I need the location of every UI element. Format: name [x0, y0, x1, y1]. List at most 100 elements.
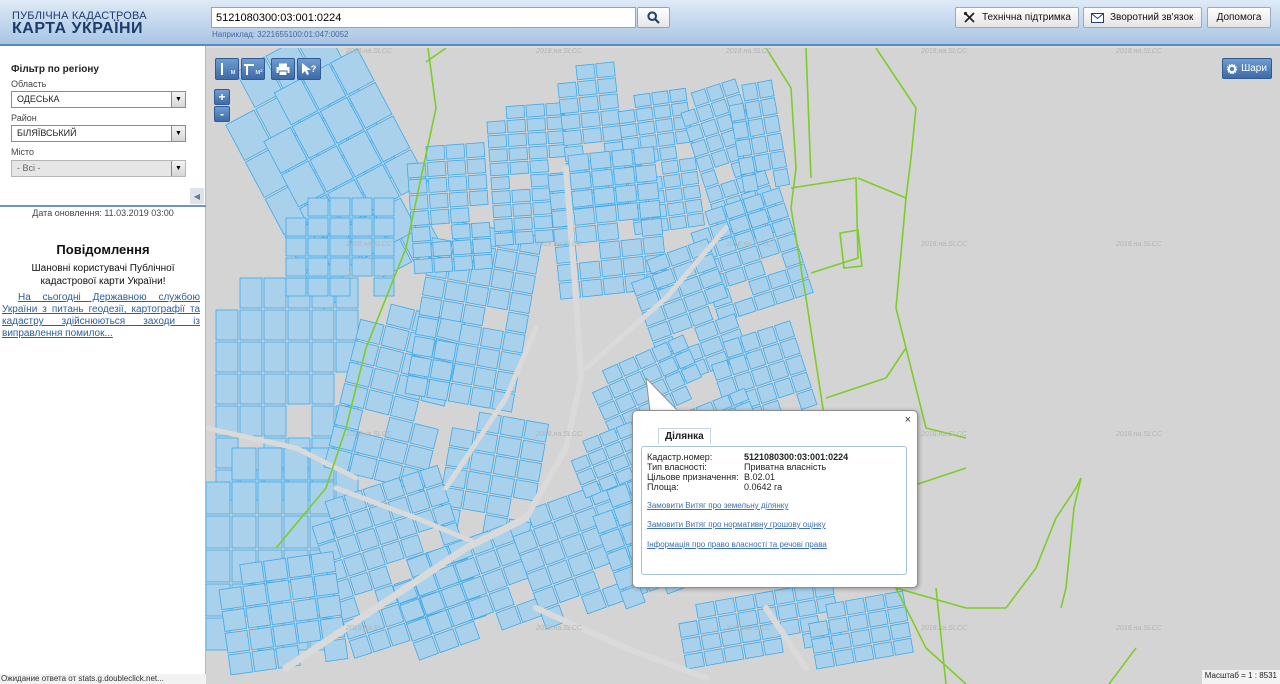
parcel [283, 481, 309, 515]
region-select[interactable]: ОДЕСЬКА ▼ [11, 91, 186, 108]
parcel [796, 599, 818, 618]
parcel [662, 173, 682, 189]
parcel [756, 382, 778, 404]
map-watermark: 2018.на.SLCC [920, 241, 968, 248]
parcel [266, 579, 292, 604]
city-select[interactable]: - Всі - ▼ [11, 160, 186, 177]
parcel [636, 182, 660, 201]
parcel [239, 341, 263, 373]
parcel [462, 490, 488, 513]
parcel [251, 648, 278, 673]
parcel [492, 204, 513, 219]
identify-tool[interactable]: ? [297, 58, 321, 80]
parcel [698, 616, 720, 635]
layers-button[interactable]: Шари [1222, 58, 1272, 79]
parcel [310, 551, 337, 575]
logo-line2: КАРТА УКРАЇНИ [12, 20, 144, 37]
parcel [413, 258, 434, 275]
area-label: Площа: [647, 482, 679, 492]
parcel [263, 373, 287, 405]
parcel [329, 277, 351, 297]
parcel [490, 268, 515, 291]
parcel [742, 641, 765, 660]
parcel [622, 255, 645, 275]
district-select[interactable]: БІЛЯЇВСЬКИЙ ▼ [11, 125, 186, 142]
ownership-info-link[interactable]: Інформація про право власності та речові… [647, 540, 827, 549]
tab-parcel[interactable]: Ділянка [658, 428, 711, 444]
parcel [741, 82, 759, 102]
cadastral-map[interactable]: 2018.на.SLCC 2018.на.SLCC 2018.на.SLCC 2018… [206, 48, 1280, 684]
map-watermark: 2018.на.SLCC [535, 48, 583, 55]
parcel [490, 176, 511, 191]
parcel [454, 343, 479, 366]
search-button[interactable] [637, 7, 670, 28]
parcel [512, 202, 533, 217]
parcel [469, 451, 495, 474]
parcel [769, 150, 788, 170]
parcel [426, 378, 451, 402]
parcel [514, 230, 534, 245]
parcel [757, 79, 775, 99]
zoom-out-button[interactable]: - [214, 106, 230, 122]
parcel [335, 309, 359, 341]
parcel [531, 187, 551, 202]
map-area[interactable]: 2018.на.SLCC 2018.на.SLCC 2018.на.SLCC 2018… [206, 48, 1280, 684]
parcel [263, 277, 287, 309]
search-input[interactable] [211, 7, 636, 28]
parcel [686, 212, 705, 228]
feedback-label: Зворотний зв'язок [1110, 12, 1194, 23]
parcel [426, 160, 447, 177]
order-valuation-link[interactable]: Замовити Витяг про нормативну грошову оц… [647, 520, 826, 529]
parcel [567, 153, 590, 173]
envelope-icon [1091, 12, 1104, 23]
parcel [307, 277, 329, 297]
notice-body: Шановні користувачі Публічної кадастрово… [31, 263, 175, 287]
parcel [560, 113, 581, 131]
parcel [600, 258, 624, 278]
collapse-panel-button[interactable]: ◀ [190, 188, 204, 204]
support-button[interactable]: Технічна підтримка [955, 7, 1079, 28]
map-watermark: 2018.на.SLCC [725, 625, 773, 632]
help-button[interactable]: Допомога [1207, 7, 1271, 28]
parcel [348, 635, 373, 659]
parcel [651, 90, 670, 106]
parcel [336, 533, 361, 558]
parcel [257, 481, 283, 515]
notice-title: Повідомлення [56, 242, 150, 257]
order-extract-link[interactable]: Замовити Витяг про земельну ділянку [647, 501, 788, 510]
parcel [467, 174, 488, 191]
parcel [714, 597, 737, 616]
parcel [411, 335, 436, 358]
parcel [373, 217, 395, 237]
print-button[interactable] [271, 58, 295, 80]
measure-area-tool[interactable]: м² [241, 58, 265, 80]
parcel [272, 623, 298, 647]
parcel [368, 565, 392, 590]
parcel [380, 325, 410, 352]
parcel [637, 120, 656, 136]
parcel [750, 365, 773, 387]
parcel [638, 199, 662, 219]
chevron-down-icon: ▼ [171, 161, 185, 176]
parcel [447, 175, 468, 192]
close-icon[interactable]: × [905, 414, 911, 426]
parcel [562, 129, 583, 147]
parcel [231, 447, 257, 481]
parcel [776, 602, 798, 621]
parcel [580, 111, 601, 129]
parcel [813, 651, 835, 670]
map-watermark: 2018.на.SLCC [725, 48, 773, 55]
parcel [375, 346, 405, 373]
parcel [889, 622, 911, 640]
zoom-in-button[interactable]: + [214, 89, 230, 105]
notice-link[interactable]: На сьогодні Державною службою України з … [2, 292, 200, 340]
feedback-button[interactable]: Зворотний зв'язок [1083, 7, 1202, 28]
parcel [227, 651, 254, 676]
parcel [311, 373, 335, 405]
parcel [666, 201, 686, 217]
parcel [762, 637, 784, 656]
parcel [557, 81, 578, 99]
parcel [573, 206, 596, 226]
parcel [695, 600, 717, 619]
measure-line-tool[interactable]: м [215, 58, 239, 80]
